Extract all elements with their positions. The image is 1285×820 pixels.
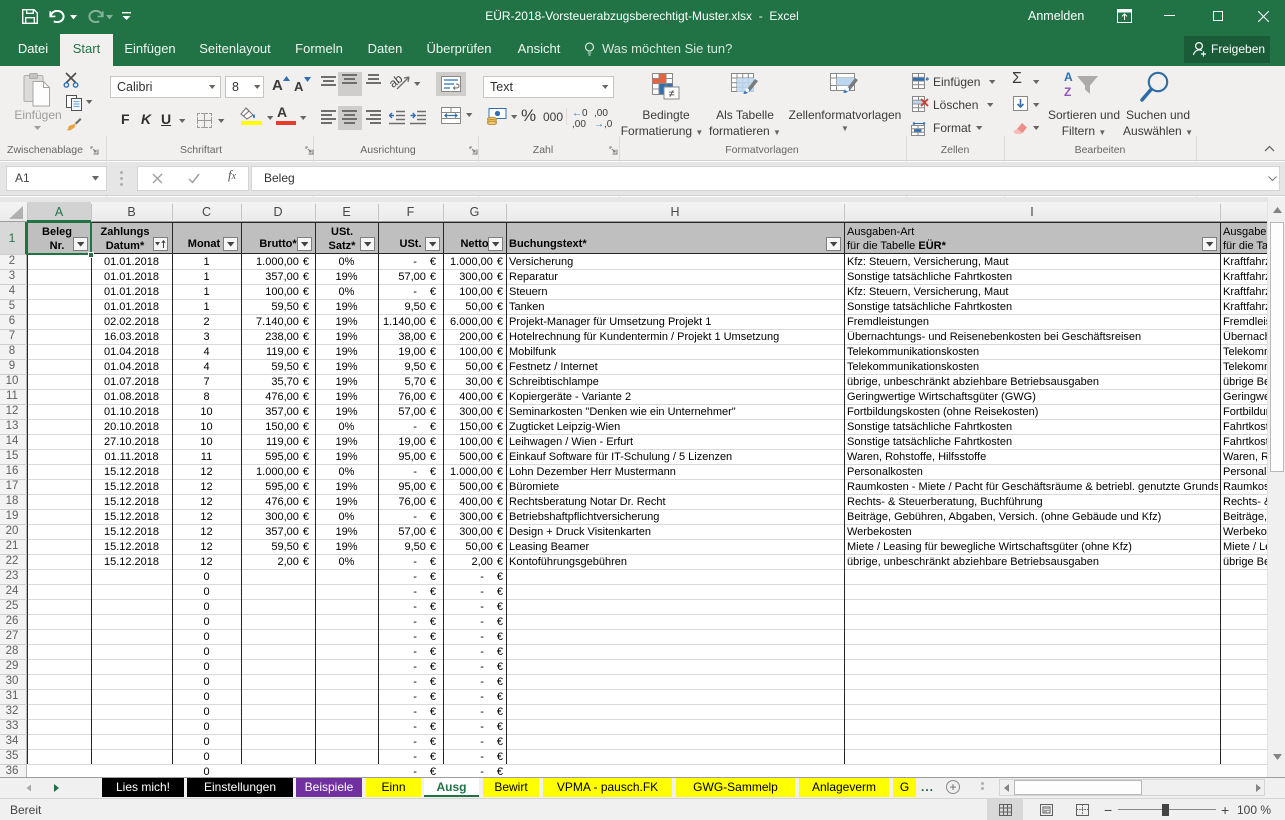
svg-text:≠: ≠ (668, 88, 674, 100)
